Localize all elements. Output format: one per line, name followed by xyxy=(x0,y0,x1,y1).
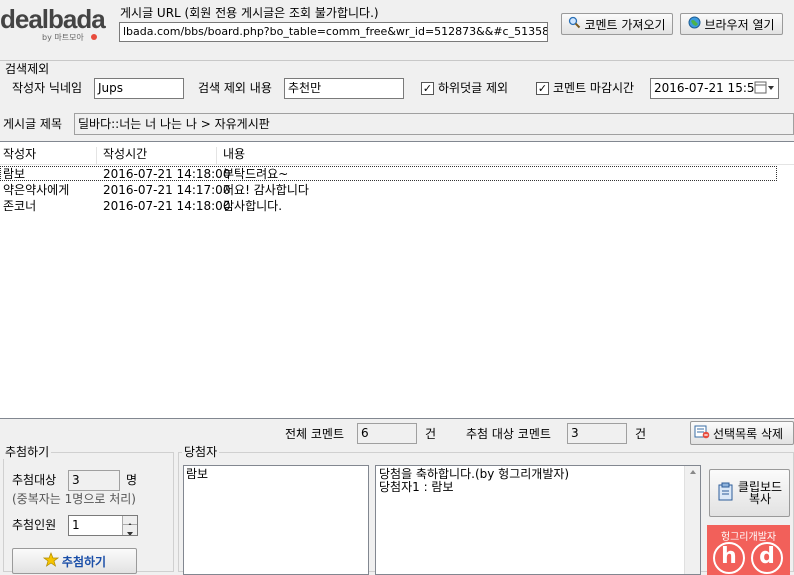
url-input[interactable]: lbada.com/bbs/board.php?bo_table=comm_fr… xyxy=(119,22,548,42)
draw-button-label: 추첨하기 xyxy=(61,554,107,569)
table-row[interactable]: 약은약사에게 2016-07-21 14:17:00 저요! 감사합니다 xyxy=(0,183,777,198)
magnifier-icon xyxy=(568,16,581,32)
comment-deadline-checkbox[interactable]: ✓ xyxy=(536,82,549,95)
draw-count-label: 추첨인원 xyxy=(12,518,57,532)
winner-message-textarea[interactable]: 당첨을 축하합니다.(by 헝그리개발자) 당첨자1 : 람보 xyxy=(375,465,701,575)
developer-badge-label: 헝그리개발자 xyxy=(720,532,777,543)
row-content: 저요! 감사합니다 xyxy=(223,183,309,197)
post-title-field: 딜바다::너는 너 나는 나 > 자유게시판 xyxy=(74,113,794,135)
copy-clipboard-label: 클립보드 복사 xyxy=(737,480,783,506)
logo-brand: dealbada xyxy=(0,4,106,34)
column-header-content[interactable]: 내용 xyxy=(223,147,245,162)
draw-target-value: 3 xyxy=(68,470,120,491)
scroll-up-icon[interactable] xyxy=(685,466,701,478)
message-scrollbar[interactable] xyxy=(684,466,700,574)
total-comments-label: 전체 코멘트 xyxy=(285,427,345,441)
column-header-time[interactable]: 작성시간 xyxy=(103,147,147,162)
row-author: 존코너 xyxy=(3,199,37,213)
open-browser-button[interactable]: 브라우저 열기 xyxy=(680,13,783,35)
stepper-up-icon[interactable] xyxy=(122,516,137,527)
total-comments-value: 6 xyxy=(357,423,417,444)
copy-clipboard-button[interactable]: 클립보드 복사 xyxy=(709,469,790,517)
draw-count-value: 1 xyxy=(72,518,80,532)
target-comments-unit: 건 xyxy=(635,427,647,441)
exclude-replies-checkbox[interactable]: ✓ xyxy=(421,82,434,95)
total-comments-unit: 건 xyxy=(425,427,437,441)
target-comments-value: 3 xyxy=(567,423,627,444)
draw-target-label: 추첨대상 xyxy=(12,473,57,487)
row-author: 람보 xyxy=(3,167,26,181)
list-item[interactable]: 람보 xyxy=(186,467,208,482)
clipboard-icon xyxy=(717,482,735,505)
fetch-comments-button[interactable]: 코멘트 가져오기 xyxy=(561,13,673,35)
table-row[interactable]: 람보 2016-07-21 14:18:00 부탁드려요~ xyxy=(0,166,777,181)
calendar-dropdown-icon[interactable] xyxy=(754,81,776,98)
draw-button[interactable]: 추첨하기 xyxy=(12,548,137,574)
post-title-label: 게시글 제목 xyxy=(3,117,63,131)
developer-badge[interactable]: 헝그리개발자 h d xyxy=(707,525,790,575)
winners-group-title: 당첨자 xyxy=(182,445,220,459)
draw-target-unit: 명 xyxy=(126,473,138,487)
logo-dot xyxy=(91,34,97,40)
draw-duplicate-note: (중복자는 1명으로 처리) xyxy=(12,492,136,506)
exclude-replies-label: 하위덧글 제외 xyxy=(438,81,509,95)
column-divider xyxy=(216,147,217,164)
delete-selected-button[interactable]: 선택목록 삭제 xyxy=(690,421,794,445)
url-label: 게시글 URL (회원 전용 게시글은 조회 불가합니다.) xyxy=(120,6,379,20)
search-exclude-title: 검색제외 xyxy=(3,62,52,76)
column-divider xyxy=(96,147,97,164)
author-nick-label: 작성자 닉네임 xyxy=(12,81,83,95)
comment-deadline-picker[interactable]: 2016-07-21 15:59 xyxy=(650,78,779,99)
top-divider xyxy=(0,60,794,61)
row-time: 2016-07-21 14:17:00 xyxy=(103,183,231,197)
globe-icon xyxy=(688,16,701,32)
row-content: 부탁드려요~ xyxy=(223,167,289,181)
target-comments-label: 추첨 대상 코멘트 xyxy=(466,427,551,441)
deadline-value: 2016-07-21 15:59 xyxy=(654,81,763,95)
developer-letter-d: d xyxy=(751,542,783,574)
comments-table[interactable]: 작성자 작성시간 내용 람보 2016-07-21 14:18:00 부탁드려요… xyxy=(0,141,794,419)
draw-group-title: 추첨하기 xyxy=(3,445,52,459)
column-header-author[interactable]: 작성자 xyxy=(3,147,36,162)
row-content: 감사합니다. xyxy=(223,199,283,213)
open-browser-label: 브라우저 열기 xyxy=(704,17,775,32)
exclude-content-label: 검색 제외 내용 xyxy=(198,81,272,95)
winners-list[interactable]: 람보 xyxy=(183,465,369,575)
delete-list-icon xyxy=(694,425,710,442)
star-icon xyxy=(42,551,59,571)
exclude-content-input[interactable]: 추천만 xyxy=(284,78,404,99)
logo: dealbada by 마트모아 xyxy=(0,4,112,44)
author-nick-input[interactable]: Jups xyxy=(94,78,184,99)
logo-byline: by 마트모아 xyxy=(42,33,84,42)
comment-deadline-label: 코멘트 마감시간 xyxy=(553,81,635,95)
delete-selected-label: 선택목록 삭제 xyxy=(713,426,784,441)
fetch-comments-label: 코멘트 가져오기 xyxy=(584,17,666,32)
row-time: 2016-07-21 14:18:00 xyxy=(103,199,231,213)
developer-letter-h: h xyxy=(713,542,745,574)
table-header: 작성자 작성시간 내용 xyxy=(0,147,794,165)
row-author: 약은약사에게 xyxy=(3,183,70,197)
table-row[interactable]: 존코너 2016-07-21 14:18:00 감사합니다. xyxy=(0,199,777,214)
row-time: 2016-07-21 14:18:00 xyxy=(103,167,231,181)
draw-count-stepper[interactable]: 1 xyxy=(68,515,138,536)
stepper-down-icon[interactable] xyxy=(122,525,137,535)
